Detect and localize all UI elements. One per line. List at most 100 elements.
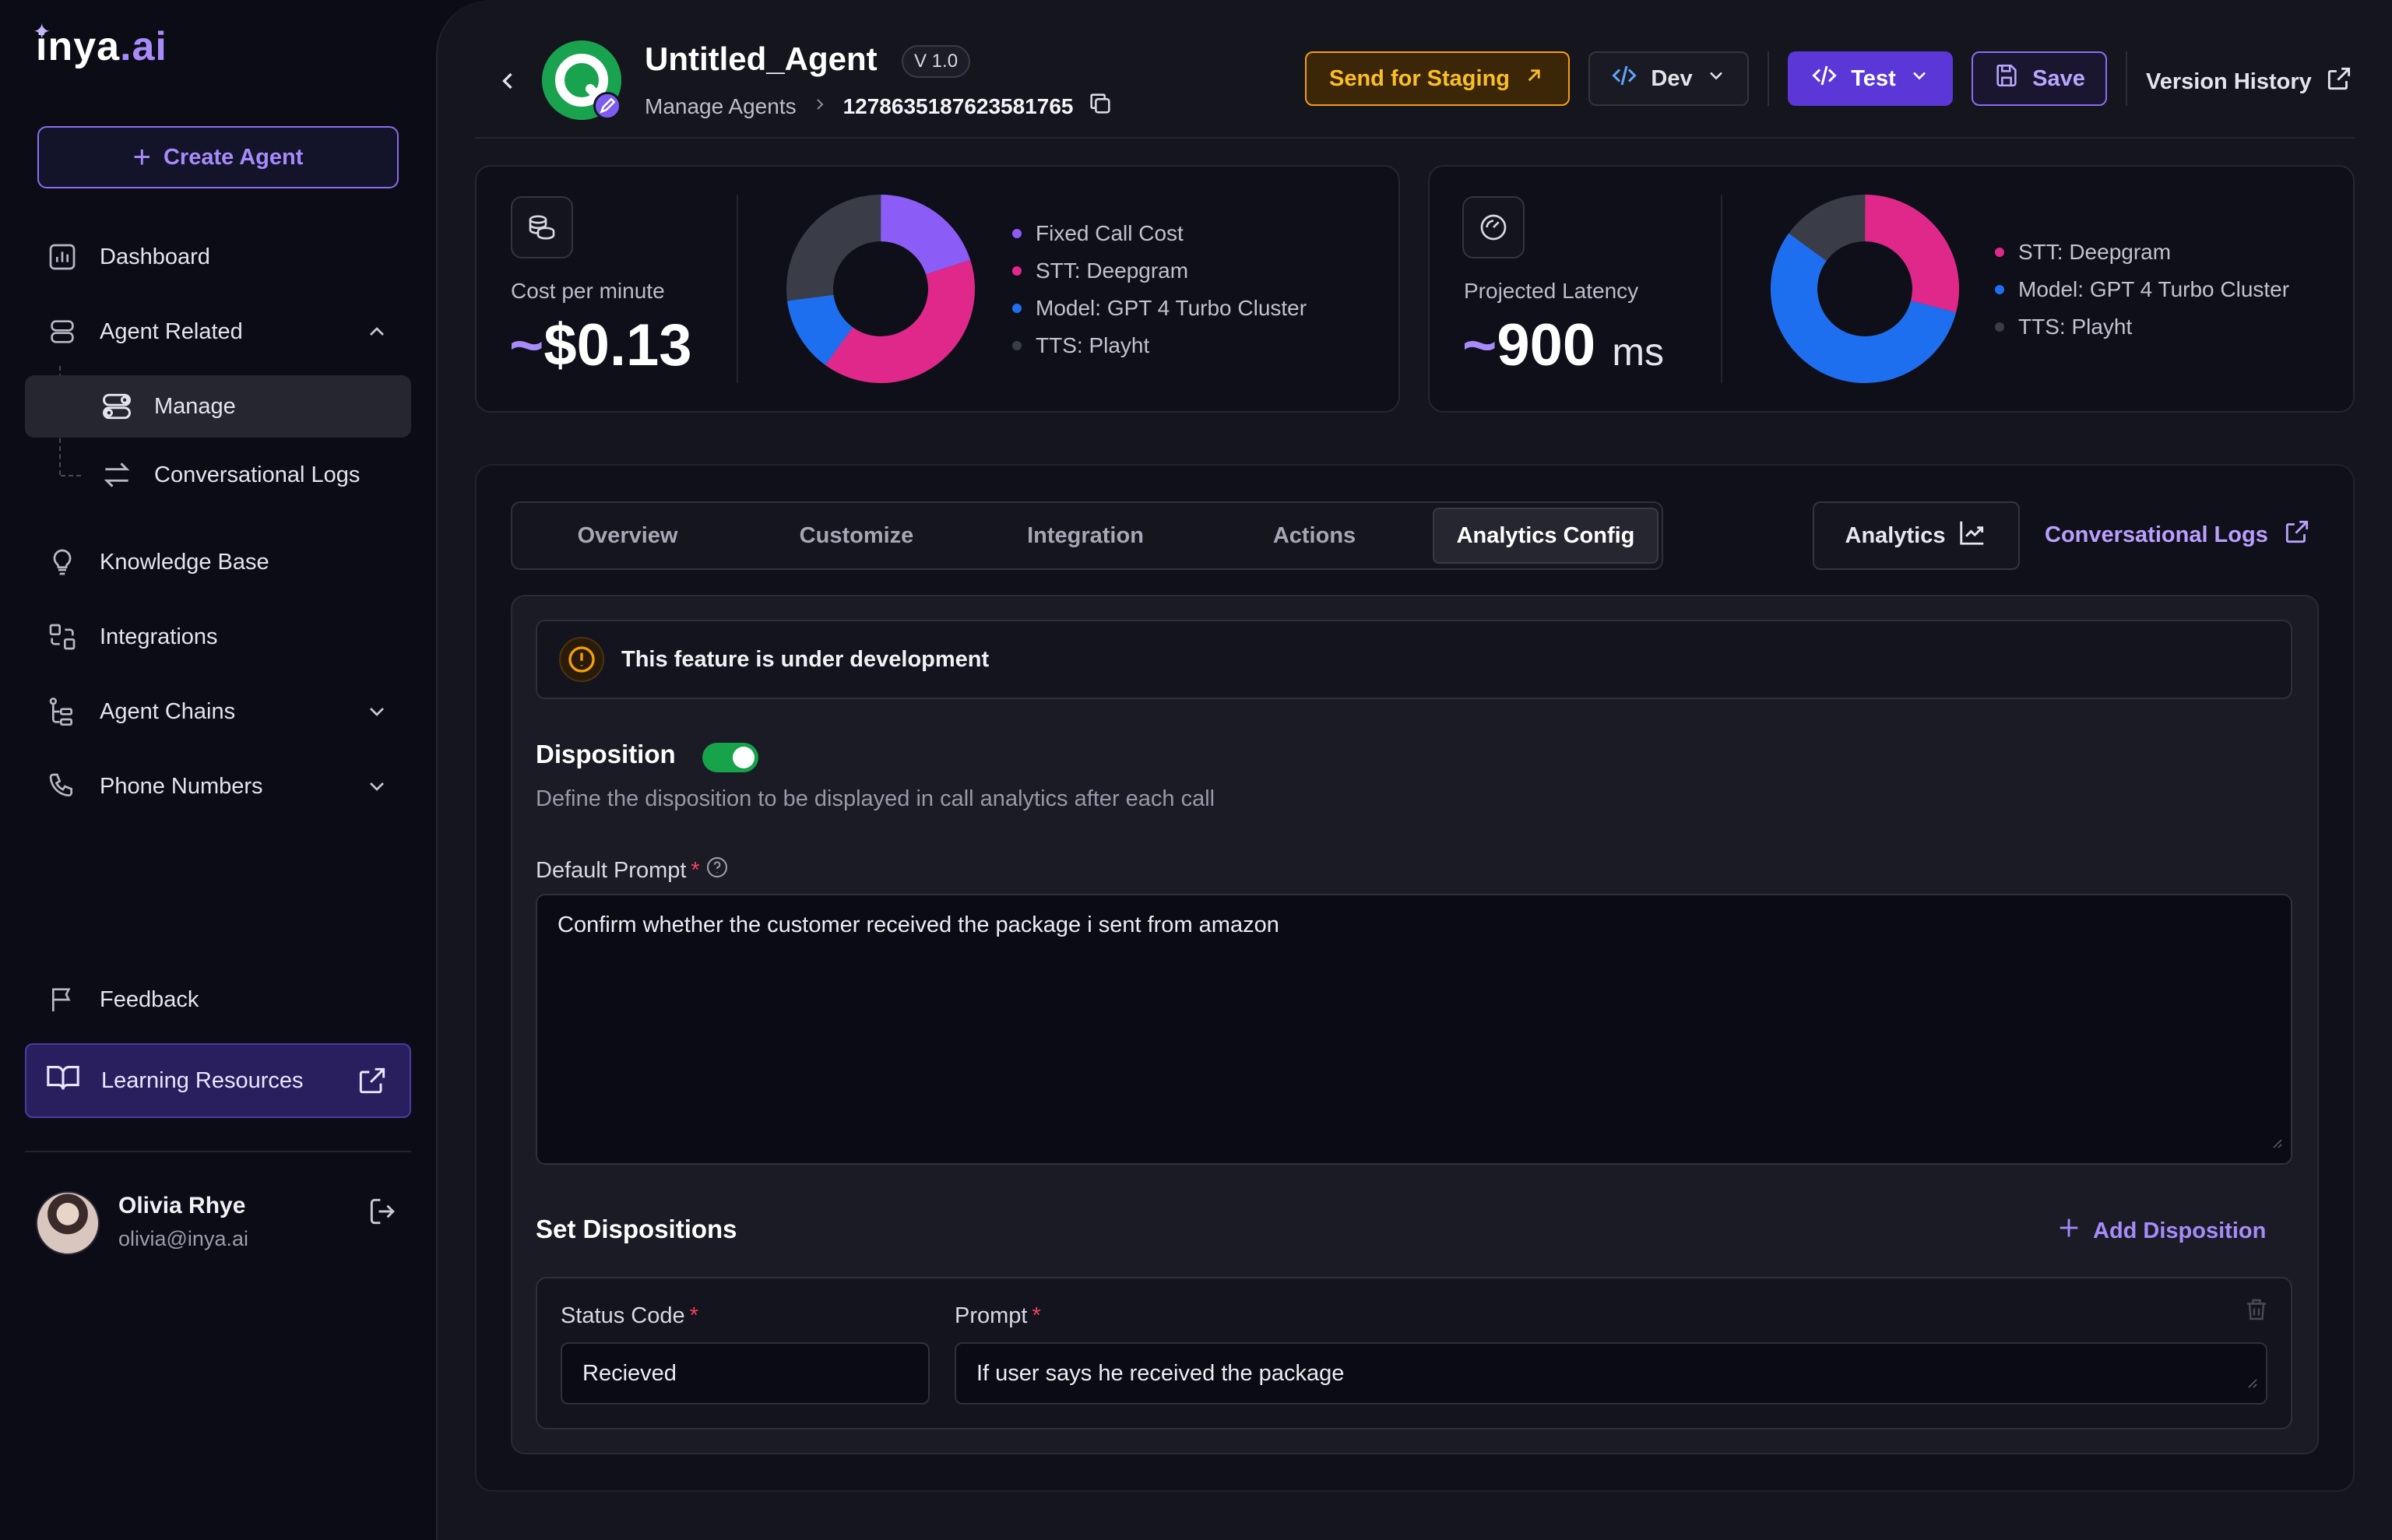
sidebar-item-conversational-logs[interactable]: Conversational Logs bbox=[25, 444, 411, 506]
edit-badge-icon[interactable] bbox=[593, 92, 621, 120]
latency-amount: 900 bbox=[1497, 312, 1596, 378]
trash-icon[interactable] bbox=[2242, 1296, 2271, 1327]
sidebar-label: Feedback bbox=[100, 986, 199, 1012]
cost-label: Cost per minute bbox=[511, 279, 665, 303]
legend-dot bbox=[1012, 341, 1022, 350]
sidebar-label: Conversational Logs bbox=[154, 462, 361, 487]
external-link-icon bbox=[355, 1064, 389, 1104]
tab-analytics-config[interactable]: Analytics Config bbox=[1433, 508, 1659, 564]
logout-icon[interactable] bbox=[366, 1194, 400, 1232]
resize-handle-icon[interactable] bbox=[2267, 1130, 2283, 1155]
legend-label: STT: Deepgram bbox=[1036, 258, 1189, 283]
arrows-swap-icon bbox=[100, 458, 134, 492]
copy-icon[interactable] bbox=[1087, 90, 1113, 122]
latency-label: Projected Latency bbox=[1464, 279, 1639, 303]
help-circle-icon[interactable] bbox=[705, 855, 730, 886]
sidebar-item-learning-resources[interactable]: Learning Resources bbox=[25, 1043, 411, 1118]
legend-dot bbox=[1995, 322, 2004, 332]
flag-icon bbox=[45, 983, 79, 1017]
arrow-up-right-icon bbox=[1522, 64, 1546, 93]
sparkle-icon: ✦ bbox=[33, 19, 52, 44]
button-label: Send for Staging bbox=[1329, 65, 1510, 91]
avatar[interactable] bbox=[36, 1191, 100, 1255]
textarea-value: Confirm whether the customer received th… bbox=[558, 912, 1279, 937]
sidebar-label: Knowledge Base bbox=[100, 549, 269, 575]
trend-chart-icon bbox=[1958, 518, 1987, 554]
version-history-label: Version History bbox=[2146, 69, 2312, 94]
code-icon bbox=[1810, 62, 1838, 96]
approx-sign: ~ bbox=[509, 312, 544, 378]
sidebar-item-agent-chains[interactable]: Agent Chains bbox=[25, 680, 411, 743]
sidebar-item-dashboard[interactable]: Dashboard bbox=[25, 226, 411, 288]
legend-item: STT: Deepgram bbox=[1995, 234, 2289, 271]
save-button[interactable]: Save bbox=[1972, 51, 2107, 106]
brand-logo[interactable]: ✦ inya.ai bbox=[33, 19, 167, 70]
back-chevron-icon[interactable] bbox=[494, 67, 522, 99]
breadcrumb-parent[interactable]: Manage Agents bbox=[645, 94, 797, 119]
coins-icon bbox=[511, 196, 573, 258]
input-value: If user says he received the package bbox=[976, 1360, 1345, 1386]
lightbulb-icon bbox=[45, 545, 79, 579]
sidebar-item-phone-numbers[interactable]: Phone Numbers bbox=[25, 755, 411, 817]
sidebar-item-manage[interactable]: Manage bbox=[25, 375, 411, 438]
chevron-up-icon[interactable] bbox=[364, 319, 389, 350]
chevron-right-icon bbox=[811, 94, 829, 119]
sidebar-label: Learning Resources bbox=[101, 1067, 304, 1093]
add-disposition-button[interactable]: Add Disposition bbox=[2056, 1215, 2266, 1247]
analytics-button[interactable]: Analytics bbox=[1813, 501, 2020, 570]
set-dispositions-title: Set Dispositions bbox=[536, 1215, 737, 1243]
chevron-down-icon[interactable] bbox=[364, 774, 389, 805]
floppy-disk-icon bbox=[1993, 62, 2020, 95]
input-value: Recieved bbox=[582, 1360, 677, 1386]
logo-suffix: .ai bbox=[120, 24, 167, 69]
default-prompt-textarea[interactable]: Confirm whether the customer received th… bbox=[536, 894, 2292, 1165]
disposition-toggle[interactable] bbox=[702, 743, 758, 772]
user-email: olivia@inya.ai bbox=[118, 1227, 248, 1250]
environment-dropdown[interactable]: Dev bbox=[1588, 51, 1749, 106]
conversational-logs-link[interactable]: Conversational Logs bbox=[2045, 517, 2312, 553]
sidebar-item-integrations[interactable]: Integrations bbox=[25, 606, 411, 668]
agent-name: Untitled_Agent bbox=[645, 40, 878, 77]
disposition-description: Define the disposition to be displayed i… bbox=[536, 786, 1215, 811]
required-mark: * bbox=[691, 857, 700, 883]
book-open-icon bbox=[45, 1060, 81, 1102]
sidebar-item-knowledge-base[interactable]: Knowledge Base bbox=[25, 531, 411, 593]
user-name: Olivia Rhye bbox=[118, 1193, 246, 1218]
cost-value: ~$0.13 bbox=[509, 311, 692, 379]
legend-item: Fixed Call Cost bbox=[1012, 215, 1307, 252]
sidebar-item-agent-related[interactable]: Agent Related bbox=[25, 301, 411, 363]
tab-overview[interactable]: Overview bbox=[514, 503, 741, 568]
legend-item: Model: GPT 4 Turbo Cluster bbox=[1995, 271, 2289, 308]
test-dropdown-button[interactable]: Test bbox=[1788, 51, 1953, 106]
external-link-icon bbox=[2324, 64, 2354, 100]
speedometer-icon bbox=[1462, 196, 1525, 258]
analytics-label: Analytics bbox=[1845, 522, 1946, 548]
create-agent-label: Create Agent bbox=[163, 144, 304, 170]
legend-label: STT: Deepgram bbox=[2018, 240, 2172, 264]
test-label: Test bbox=[1851, 65, 1896, 91]
code-icon bbox=[1610, 62, 1638, 96]
divider bbox=[1768, 51, 1769, 106]
latency-value: ~900 ms bbox=[1462, 311, 1664, 379]
tab-customize[interactable]: Customize bbox=[743, 503, 970, 568]
resize-handle-icon[interactable] bbox=[2242, 1369, 2258, 1395]
legend-label: Model: GPT 4 Turbo Cluster bbox=[1036, 296, 1307, 320]
prompt-label: Prompt * bbox=[955, 1303, 1041, 1329]
default-prompt-label: Default Prompt * bbox=[536, 855, 730, 886]
status-code-input[interactable]: Recieved bbox=[561, 1342, 930, 1405]
disposition-prompt-input[interactable]: If user says he received the package bbox=[955, 1342, 2267, 1405]
chevron-down-icon bbox=[1908, 65, 1930, 93]
tab-integration[interactable]: Integration bbox=[972, 503, 1199, 568]
version-history-link[interactable]: Version History bbox=[2146, 64, 2354, 100]
send-for-staging-button[interactable]: Send for Staging bbox=[1305, 51, 1570, 106]
tab-actions[interactable]: Actions bbox=[1201, 503, 1428, 568]
latency-legend: STT: Deepgram Model: GPT 4 Turbo Cluster… bbox=[1995, 234, 2289, 346]
legend-item: STT: Deepgram bbox=[1012, 252, 1307, 290]
toggles-icon bbox=[100, 389, 134, 424]
sidebar-item-feedback[interactable]: Feedback bbox=[25, 969, 411, 1031]
breadcrumb: Manage Agents 1278635187623581765 bbox=[645, 90, 1113, 122]
create-agent-button[interactable]: + Create Agent bbox=[37, 126, 399, 188]
chevron-down-icon[interactable] bbox=[364, 699, 389, 730]
legend-dot bbox=[1995, 248, 2004, 257]
bar-chart-icon bbox=[45, 240, 79, 274]
